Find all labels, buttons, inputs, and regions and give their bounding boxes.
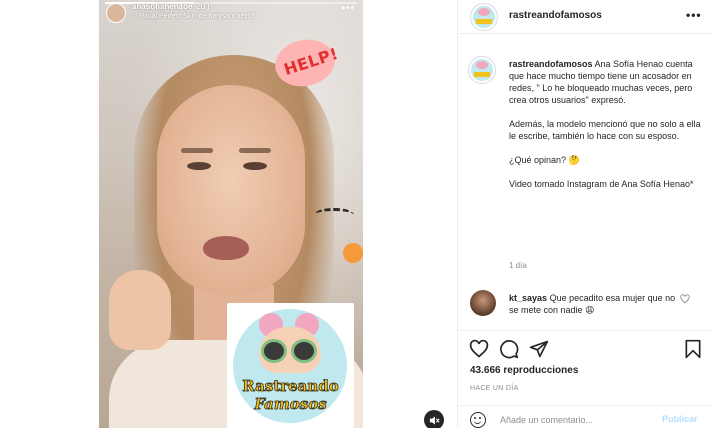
commenter-username[interactable]: kt_sayas [509, 293, 547, 303]
story-avatar[interactable] [106, 3, 126, 23]
caption-timestamp[interactable]: 1 día [509, 261, 527, 270]
caption-username[interactable]: rastreandofamosos [509, 59, 593, 69]
comment-text: kt_sayas Que pecadito esa mujer que no s… [509, 292, 684, 316]
orange-sticker [343, 243, 363, 263]
caption-paragraph: Además, la modelo mencionó que no solo a… [509, 119, 701, 141]
volume-muted-icon[interactable] [424, 410, 444, 428]
story-audio-text[interactable]: Ritual Perfect Skin de natysanchez05 [139, 13, 255, 20]
comment-like-icon[interactable] [680, 294, 690, 307]
share-icon[interactable] [528, 339, 550, 361]
comment-item: kt_sayas Que pecadito esa mujer que no s… [458, 286, 712, 326]
story-time: 20 h [196, 2, 213, 11]
music-icon: ♫ [132, 13, 138, 20]
caption-text: rastreandofamosos Ana Sofía Henao cuenta… [509, 58, 701, 202]
more-horizontal-icon[interactable]: ••• [341, 3, 355, 14]
caption-paragraph: ¿Qué opinan? 🤔 [509, 155, 580, 165]
caption-paragraph: Video tomado Instagram de Ana Sofía Hena… [509, 179, 694, 189]
story-username-text[interactable]: anasofiahenaoe [132, 2, 192, 11]
publish-button[interactable]: Publicar [662, 414, 698, 424]
person-mouth [203, 236, 249, 260]
comment-icon[interactable] [498, 339, 520, 361]
post-header: rastreandofamosos ••• [458, 0, 712, 34]
lashes-sticker [314, 208, 354, 222]
binoculars-icon [261, 339, 319, 363]
author-username[interactable]: rastreandofamosos [509, 10, 602, 21]
help-sticker: HELP! [270, 34, 341, 92]
emoji-icon[interactable] [470, 412, 486, 428]
caption-avatar[interactable] [468, 56, 496, 84]
logo-text-line1: Rastreando [242, 377, 339, 396]
bookmark-icon[interactable] [682, 339, 704, 361]
story-username[interactable]: anasofiahenaoe 20 h [132, 2, 212, 11]
post-sidebar: rastreandofamosos ••• rastreandofamosos … [457, 0, 712, 428]
media-pane: anasofiahenaoe 20 h ♫ Ritual Perfect Skin… [0, 0, 457, 428]
more-options-icon[interactable]: ••• [686, 8, 702, 22]
view-count[interactable]: 43.666 reproducciones [470, 365, 578, 376]
story-audio[interactable]: ♫ Ritual Perfect Skin de natysanchez05 [132, 13, 256, 20]
comment-input[interactable] [500, 412, 650, 428]
person-fist [109, 270, 171, 350]
heart-icon[interactable] [468, 339, 490, 361]
author-avatar[interactable] [470, 3, 498, 31]
person-face [157, 85, 305, 295]
rastreando-famosos-logo: Rastreando Famosos [227, 303, 354, 428]
post-actions: 43.666 reproducciones HACE UN DÍA Public… [458, 330, 712, 428]
instagram-post: anasofiahenaoe 20 h ♫ Ritual Perfect Skin… [0, 0, 712, 428]
add-comment-bar: Publicar [458, 405, 712, 428]
post-date[interactable]: HACE UN DÍA [470, 385, 518, 392]
caption-scroll-area[interactable]: rastreandofamosos Ana Sofía Henao cuenta… [458, 34, 712, 330]
commenter-avatar[interactable] [470, 290, 496, 316]
logo-text-line2: Famosos [254, 395, 327, 414]
